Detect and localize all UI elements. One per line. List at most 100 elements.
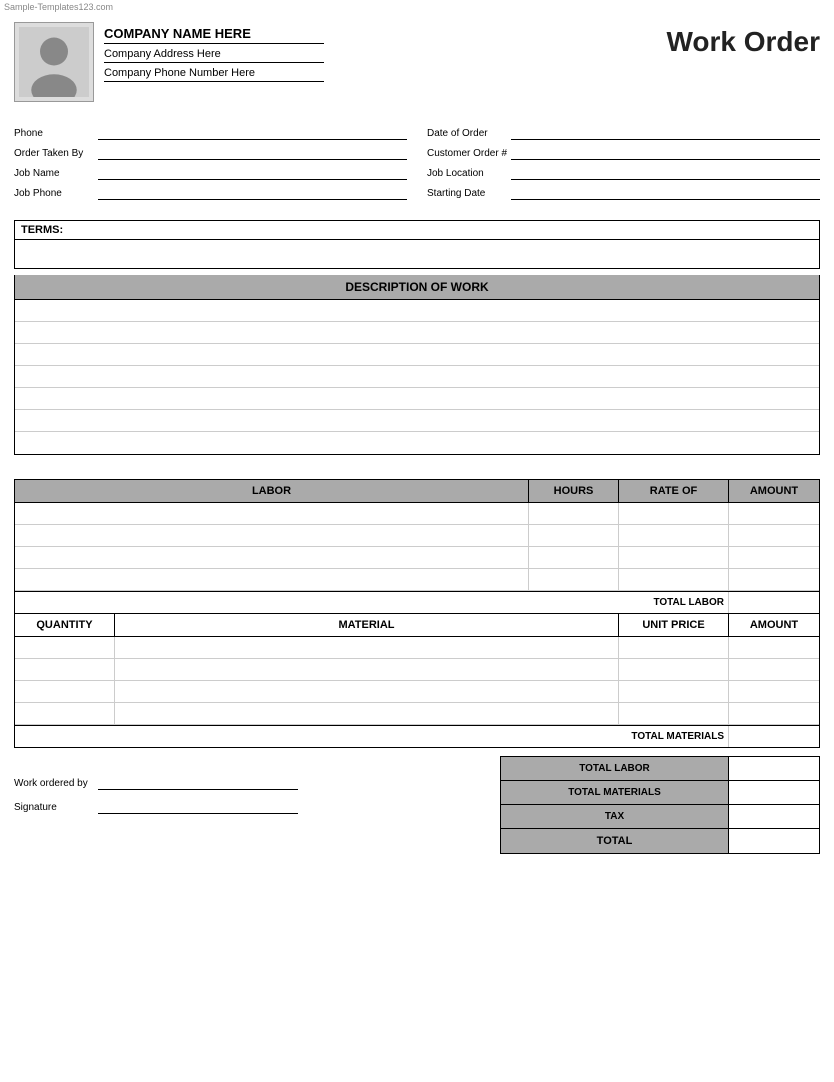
company-info: COMPANY NAME HERE Company Address Here C… <box>104 22 324 82</box>
dow-header: DESCRIPTION OF WORK <box>15 275 819 300</box>
form-row-job-phone: Job Phone <box>14 186 407 200</box>
summary-row-tax: TAX <box>501 805 819 829</box>
labor-total-value[interactable] <box>729 592 819 613</box>
header-left: COMPANY NAME HERE Company Address Here C… <box>14 22 324 102</box>
mat-cell[interactable] <box>619 659 729 680</box>
signature-label: Signature <box>14 802 94 813</box>
labor-data-row <box>15 569 819 591</box>
mat-cell[interactable] <box>619 703 729 724</box>
mat-cell[interactable] <box>729 681 819 702</box>
order-taken-input[interactable] <box>98 146 407 160</box>
labor-cell[interactable] <box>729 547 819 568</box>
date-of-order-input[interactable] <box>511 126 820 140</box>
mat-cell[interactable] <box>15 681 115 702</box>
mat-cell[interactable] <box>619 681 729 702</box>
mat-cell[interactable] <box>15 659 115 680</box>
mat-cell[interactable] <box>729 659 819 680</box>
form-row-customer-order: Customer Order # <box>427 146 820 160</box>
watermark: Sample-Templates123.com <box>0 0 834 14</box>
dow-row[interactable] <box>15 432 819 454</box>
labor-cell[interactable] <box>529 569 619 590</box>
materials-total-label: TOTAL MATERIALS <box>15 726 729 747</box>
materials-table: QUANTITY MATERIAL UNIT PRICE AMOUNT TOTA… <box>14 614 820 748</box>
starting-date-label: Starting Date <box>427 188 507 199</box>
form-row-job-name: Job Name <box>14 166 407 180</box>
labor-col-amount: AMOUNT <box>729 480 819 502</box>
labor-data-row <box>15 503 819 525</box>
signature-row: Signature <box>14 800 298 814</box>
header-right: Work Order <box>666 22 820 58</box>
labor-cell[interactable] <box>15 547 529 568</box>
labor-cell[interactable] <box>619 569 729 590</box>
summary-total-materials-label: TOTAL MATERIALS <box>501 781 729 804</box>
materials-data-row <box>15 703 819 725</box>
labor-cell[interactable] <box>15 525 529 546</box>
terms-header: TERMS: <box>15 221 819 240</box>
summary-row-total: TOTAL <box>501 829 819 853</box>
phone-input[interactable] <box>98 126 407 140</box>
dow-row[interactable] <box>15 366 819 388</box>
dow-row[interactable] <box>15 300 819 322</box>
mat-cell[interactable] <box>15 637 115 658</box>
mat-cell[interactable] <box>619 637 729 658</box>
labor-cell[interactable] <box>729 503 819 524</box>
materials-total-value[interactable] <box>729 726 819 747</box>
mat-col-amount: AMOUNT <box>729 614 819 636</box>
labor-cell[interactable] <box>619 525 729 546</box>
work-order-title: Work Order <box>666 26 820 58</box>
summary-tax-value[interactable] <box>729 805 819 828</box>
mat-cell[interactable] <box>729 703 819 724</box>
order-taken-label: Order Taken By <box>14 148 94 159</box>
mat-cell[interactable] <box>15 703 115 724</box>
mat-cell[interactable] <box>115 659 619 680</box>
materials-total-row: TOTAL MATERIALS <box>15 725 819 747</box>
terms-body[interactable] <box>15 240 819 268</box>
materials-header-row: QUANTITY MATERIAL UNIT PRICE AMOUNT <box>15 614 819 637</box>
summary-row-total-materials: TOTAL MATERIALS <box>501 781 819 805</box>
labor-cell[interactable] <box>619 503 729 524</box>
labor-cell[interactable] <box>15 569 529 590</box>
mat-cell[interactable] <box>729 637 819 658</box>
dow-row[interactable] <box>15 388 819 410</box>
footer-section: Work ordered by Signature TOTAL LABOR TO… <box>14 756 820 854</box>
work-ordered-by-input[interactable] <box>98 776 298 790</box>
starting-date-input[interactable] <box>511 186 820 200</box>
mat-cell[interactable] <box>115 637 619 658</box>
labor-total-row: TOTAL LABOR <box>15 591 819 613</box>
signature-input[interactable] <box>98 800 298 814</box>
dow-row[interactable] <box>15 410 819 432</box>
summary-table: TOTAL LABOR TOTAL MATERIALS TAX TOTAL <box>500 756 820 854</box>
company-name: COMPANY NAME HERE <box>104 26 324 44</box>
summary-total-value[interactable] <box>729 829 819 853</box>
summary-total-labor-value[interactable] <box>729 757 819 780</box>
summary-row-total-labor: TOTAL LABOR <box>501 757 819 781</box>
dow-row[interactable] <box>15 322 819 344</box>
labor-col-labor: LABOR <box>15 480 529 502</box>
labor-cell[interactable] <box>529 525 619 546</box>
dow-rows <box>15 300 819 454</box>
job-name-input[interactable] <box>98 166 407 180</box>
mat-cell[interactable] <box>115 681 619 702</box>
labor-cell[interactable] <box>619 547 729 568</box>
mat-col-quantity: QUANTITY <box>15 614 115 636</box>
labor-cell[interactable] <box>529 503 619 524</box>
job-location-input[interactable] <box>511 166 820 180</box>
customer-order-input[interactable] <box>511 146 820 160</box>
work-ordered-by-label: Work ordered by <box>14 778 94 789</box>
labor-header-row: LABOR HOURS RATE OF AMOUNT <box>15 480 819 503</box>
form-row-date-of-order: Date of Order <box>427 126 820 140</box>
phone-label: Phone <box>14 128 94 139</box>
labor-cell[interactable] <box>15 503 529 524</box>
form-row-order-taken: Order Taken By <box>14 146 407 160</box>
labor-col-rate: RATE OF <box>619 480 729 502</box>
summary-total-materials-value[interactable] <box>729 781 819 804</box>
terms-section: TERMS: <box>14 220 820 269</box>
job-phone-input[interactable] <box>98 186 407 200</box>
dow-row[interactable] <box>15 344 819 366</box>
job-location-label: Job Location <box>427 168 507 179</box>
summary-tax-label: TAX <box>501 805 729 828</box>
labor-cell[interactable] <box>529 547 619 568</box>
mat-cell[interactable] <box>115 703 619 724</box>
labor-cell[interactable] <box>729 569 819 590</box>
labor-cell[interactable] <box>729 525 819 546</box>
